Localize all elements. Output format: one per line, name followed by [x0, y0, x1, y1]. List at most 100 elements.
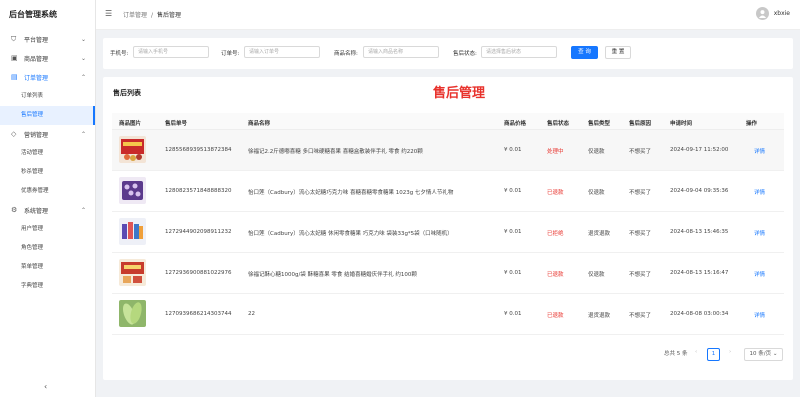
sidebar-item-order-list[interactable]: 订单列表 — [0, 87, 95, 106]
product-image — [119, 259, 146, 286]
sidebar-group-orders[interactable]: ▤ 订单管理 ⌃ — [0, 68, 95, 87]
sidebar-group-label: 商品管理 — [24, 56, 49, 63]
sidebar-item-flash-sale[interactable]: 秒杀管理 — [0, 163, 95, 182]
product-image — [119, 300, 146, 327]
page-size-select[interactable]: 10 条/页 ⌄ — [744, 348, 783, 361]
table-row: 1270939686214303744 22 ¥ 0.01 已退款 退货退款 不… — [112, 294, 784, 335]
sidebar: 后台管理系统 ⛉ 平台管理 ⌄ ▣ 商品管理 ⌄ ▤ 订单管理 ⌃ 订单列表 售… — [0, 0, 96, 397]
pagination-page[interactable]: 1 — [707, 348, 720, 361]
shield-icon: ⛉ — [11, 35, 17, 43]
sidebar-group-system[interactable]: ⚙ 系统管理 ⌃ — [0, 201, 95, 220]
avatar — [755, 7, 769, 20]
breadcrumb: 订单管理 / 售后管理 — [123, 10, 181, 19]
page-heading: 售后管理 — [433, 86, 486, 101]
sidebar-item-coupons[interactable]: 优惠券管理 — [0, 182, 95, 201]
status-badge: 已退款 — [547, 272, 564, 278]
status-select[interactable]: 请选择售后状态 — [481, 46, 557, 58]
sidebar-item-menus[interactable]: 菜单管理 — [0, 258, 95, 277]
detail-link[interactable]: 详情 — [754, 188, 765, 196]
status-badge: 已退款 — [547, 313, 564, 319]
product-label: 商品名称: — [334, 51, 358, 57]
table-row: 1280823571848888320 怡口莲（Cadbury）流心太妃糖巧克力… — [112, 171, 784, 212]
phone-input[interactable]: 请输入手机号 — [133, 46, 209, 58]
column-header: 申请时间 — [670, 121, 693, 127]
breadcrumb-separator: / — [151, 12, 154, 19]
apply-time: 2024-08-08 03:00:34 — [670, 311, 729, 317]
chevron-up-icon: ⌃ — [80, 207, 86, 214]
column-header: 商品图片 — [119, 121, 142, 127]
menu-toggle-icon[interactable]: ☰ — [105, 9, 112, 18]
sidebar-group-marketing[interactable]: ◇ 营销管理 ⌃ — [0, 125, 95, 144]
product-name-input[interactable]: 请输入商品名称 — [363, 46, 439, 58]
search-button[interactable]: 查 询 — [571, 46, 598, 59]
chevron-left-icon[interactable]: ‹ — [44, 382, 47, 391]
chevron-down-icon: ⌄ — [80, 36, 86, 43]
app-title: 后台管理系统 — [9, 10, 57, 19]
product-price: ¥ 0.01 — [504, 229, 522, 235]
table-row: 1285568939513872384 徐福记2.2斤德嘟喜糖 多口味硬糖喜果 … — [112, 130, 784, 171]
product-price: ¥ 0.01 — [504, 270, 522, 276]
detail-link[interactable]: 详情 — [754, 229, 765, 237]
breadcrumb-current: 售后管理 — [157, 12, 182, 19]
after-sales-reason: 不想买了 — [629, 149, 652, 155]
product-name: 怡口莲（Cadbury）流心太妃糖巧克力味 喜糖喜糖零食糖果 1023g 七夕情… — [248, 190, 454, 196]
column-header: 商品名称 — [248, 121, 271, 127]
order-label: 订单号: — [221, 51, 240, 57]
sidebar-item-after-sales[interactable]: 售后管理 — [0, 106, 95, 125]
after-sales-reason: 不想买了 — [629, 190, 652, 196]
sidebar-item-activity[interactable]: 活动管理 — [0, 144, 95, 163]
order-number-input[interactable]: 请输入订单号 — [244, 46, 320, 58]
chevron-down-icon: ⌄ — [80, 55, 86, 62]
status-badge: 处理中 — [547, 149, 564, 155]
user-menu[interactable]: xbxie — [755, 7, 790, 20]
product-image — [119, 136, 146, 163]
box-icon: ▣ — [11, 54, 18, 62]
product-image — [119, 218, 146, 245]
detail-link[interactable]: 详情 — [754, 270, 765, 278]
column-header: 售后状态 — [547, 121, 570, 127]
column-header: 商品价格 — [504, 121, 527, 127]
sidebar-group-label: 订单管理 — [24, 75, 49, 82]
username: xbxie — [773, 10, 790, 17]
product-name: 徐福记2.2斤德嘟喜糖 多口味硬糖喜果 喜糖盒散装伴手礼 零食 约220颗 — [248, 149, 423, 155]
detail-link[interactable]: 详情 — [754, 311, 765, 319]
top-bar: ☰ 订单管理 / 售后管理 xbxie — [96, 0, 800, 30]
reset-button[interactable]: 重 置 — [605, 46, 631, 59]
detail-link[interactable]: 详情 — [754, 147, 765, 155]
list-card: 售后列表 售后管理 商品图片 售后单号 商品名称 商品价格 售后状态 售后类型 … — [103, 77, 793, 380]
apply-time: 2024-09-17 11:52:00 — [670, 147, 729, 153]
column-header: 售后类型 — [588, 121, 611, 127]
sidebar-group-label: 营销管理 — [24, 132, 49, 139]
chevron-up-icon: ⌃ — [80, 74, 86, 81]
table-header: 商品图片 售后单号 商品名称 商品价格 售后状态 售后类型 售后原因 申请时间 … — [112, 113, 784, 130]
breadcrumb-item[interactable]: 订单管理 — [123, 12, 147, 19]
chevron-left-icon[interactable]: ‹ — [695, 349, 697, 355]
sidebar-group-products[interactable]: ▣ 商品管理 ⌄ — [0, 49, 95, 68]
sidebar-group-platform[interactable]: ⛉ 平台管理 ⌄ — [0, 30, 95, 49]
after-sales-reason: 不想买了 — [629, 231, 652, 237]
table-row: 1272936900881022976 徐福记酥心糖1000g/袋 酥糖喜果 零… — [112, 253, 784, 294]
after-sales-type: 仅退款 — [588, 149, 605, 155]
sidebar-item-dictionary[interactable]: 字典管理 — [0, 277, 95, 296]
chevron-down-icon: ⌄ — [771, 351, 778, 357]
product-image — [119, 177, 146, 204]
pagination-total: 总共 5 条 — [664, 351, 688, 357]
after-sales-number: 1272944902098911232 — [165, 229, 232, 235]
filter-card: 手机号: 请输入手机号 订单号: 请输入订单号 商品名称: 请输入商品名称 售后… — [103, 38, 793, 69]
sidebar-item-roles[interactable]: 角色管理 — [0, 239, 95, 258]
after-sales-type: 仅退款 — [588, 272, 605, 278]
after-sales-reason: 不想买了 — [629, 313, 652, 319]
column-header: 售后原因 — [629, 121, 652, 127]
after-sales-type: 退货退款 — [588, 313, 611, 319]
after-sales-type: 退货退款 — [588, 231, 611, 237]
product-price: ¥ 0.01 — [504, 147, 522, 153]
chevron-up-icon: ⌃ — [80, 131, 86, 138]
apply-time: 2024-09-04 09:35:36 — [670, 188, 729, 194]
sidebar-group-label: 平台管理 — [24, 37, 49, 44]
product-name: 徐福记酥心糖1000g/袋 酥糖喜果 零食 结婚喜糖婚庆伴手礼 约100颗 — [248, 272, 417, 278]
chevron-right-icon[interactable]: › — [729, 349, 731, 355]
user-icon — [758, 10, 766, 18]
sidebar-item-users[interactable]: 用户管理 — [0, 220, 95, 239]
after-sales-number: 1272936900881022976 — [165, 270, 232, 276]
after-sales-number: 1280823571848888320 — [165, 188, 232, 194]
